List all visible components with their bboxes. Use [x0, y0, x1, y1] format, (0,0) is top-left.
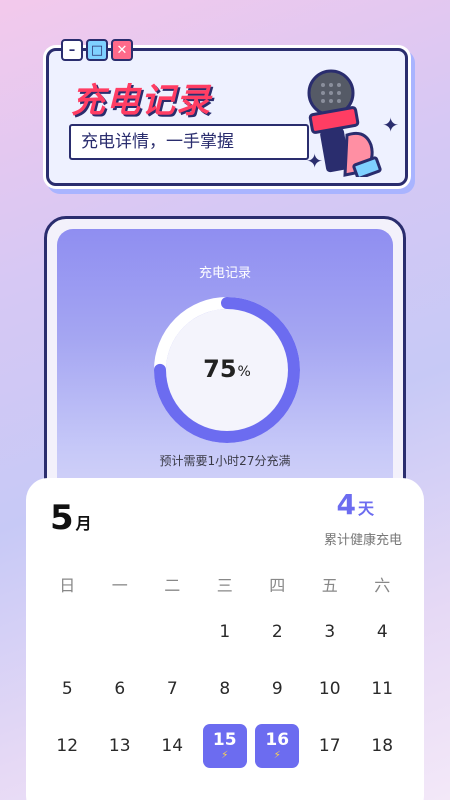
calendar-day-number: 12 [56, 735, 79, 756]
calendar-day[interactable]: 4 [356, 622, 409, 642]
calendar-day-number: 15 [212, 729, 237, 750]
sparkle-icon: ✦ [382, 113, 399, 137]
weekday-label: 六 [374, 576, 391, 595]
calendar-day[interactable]: 8 [199, 679, 252, 699]
calendar-day-number: 9 [271, 678, 283, 699]
calendar-day-number: 18 [371, 735, 394, 756]
calendar-day-number: 14 [161, 735, 184, 756]
calendar-day[interactable]: 6 [94, 679, 147, 699]
weekday-header: 日一二三四五六 [41, 565, 409, 603]
calendar-day[interactable]: 3 [304, 622, 357, 642]
header-banner: – □ ✕ 充电记录 充电详情，一手掌握 ✦ ✦ [46, 39, 408, 186]
calendar-day-number: 10 [318, 678, 341, 699]
calendar-day-selected[interactable]: 16 ⚡ [255, 723, 300, 768]
window-buttons: – □ ✕ [61, 39, 133, 61]
month-unit: 月 [75, 514, 92, 533]
calendar-day[interactable]: 9 [251, 679, 304, 699]
battery-percent: 75% [154, 297, 300, 443]
calendar-month: 5月 [50, 498, 92, 538]
weekday-label: 五 [321, 576, 338, 595]
weekday-label: 二 [164, 576, 181, 595]
sparkle-icon: ✦ [306, 149, 323, 173]
calendar-day-number: 16 [265, 729, 290, 750]
charging-panel: 充电记录 75% 预计需要1小时27分充满 [57, 229, 393, 503]
healthy-days-count: 4天 [337, 488, 375, 521]
charging-bolt-icon: ⚡ [273, 749, 281, 761]
banner-subtitle: 充电详情，一手掌握 [69, 124, 309, 160]
calendar-day[interactable]: 13 [94, 736, 147, 756]
calendar-week-row: 1 2 3 4 [41, 603, 409, 660]
weekday-label: 日 [59, 576, 76, 595]
battery-percent-unit: % [237, 364, 251, 380]
calendar-day[interactable]: 5 [41, 679, 94, 699]
calendar-day[interactable]: 14 [146, 736, 199, 756]
charging-card: 充电记录 75% 预计需要1小时27分充满 [44, 216, 406, 506]
weekday-label: 四 [269, 576, 286, 595]
battery-percent-value: 75 [203, 355, 237, 383]
healthy-days-unit: 天 [357, 499, 374, 518]
calendar-day[interactable]: 2 [251, 622, 304, 642]
charging-card-title: 充电记录 [198, 266, 251, 281]
healthy-days-value: 4 [336, 488, 356, 521]
healthy-days-label: 累计健康充电 [323, 533, 402, 548]
calendar-day-number: 3 [324, 621, 336, 642]
maximize-icon: □ [86, 39, 108, 61]
month-value: 5 [50, 498, 74, 538]
calendar-day-number: 6 [114, 678, 126, 699]
calendar-day[interactable]: 18 [356, 736, 409, 756]
calendar-day-number: 13 [108, 735, 131, 756]
calendar-day[interactable]: 11 [356, 679, 409, 699]
calendar-day-number: 17 [318, 735, 341, 756]
calendar-day[interactable]: 10 [304, 679, 357, 699]
weekday-label: 一 [111, 576, 128, 595]
calendar-day-number: 1 [219, 621, 231, 642]
charge-eta: 预计需要1小时27分充满 [159, 454, 291, 468]
calendar-day-number: 4 [376, 621, 388, 642]
calendar-day[interactable]: 12 [41, 736, 94, 756]
close-icon: ✕ [111, 39, 133, 61]
banner-title: 充电记录 [71, 81, 211, 121]
calendar-day[interactable]: 1 [199, 622, 252, 642]
calendar-day-number: 2 [271, 621, 283, 642]
charging-bolt-icon: ⚡ [221, 749, 229, 761]
calendar-day[interactable]: 7 [146, 679, 199, 699]
calendar-day-number: 7 [166, 678, 178, 699]
calendar-week-row: 5 6 7 8 9 10 11 [41, 660, 409, 717]
weekday-label: 三 [216, 576, 233, 595]
calendar-day[interactable]: 17 [304, 736, 357, 756]
calendar-day-number: 11 [371, 678, 394, 699]
calendar-day-number: 8 [219, 678, 231, 699]
calendar-grid: 日一二三四五六 1 2 3 4 5 6 7 8 9 10 11 12 13 14 15 ⚡ 16 ⚡ 17 18 [41, 565, 409, 774]
calendar-day-selected[interactable]: 15 ⚡ [202, 723, 247, 768]
calendar-panel: 5月 4天 累计健康充电 日一二三四五六 1 2 3 4 5 6 7 8 9 10 11 12 13 14 1… [26, 478, 424, 800]
calendar-week-row: 12 13 14 15 ⚡ 16 ⚡ 17 18 [41, 717, 409, 774]
minimize-icon: – [61, 39, 83, 61]
calendar-day-number: 5 [61, 678, 73, 699]
